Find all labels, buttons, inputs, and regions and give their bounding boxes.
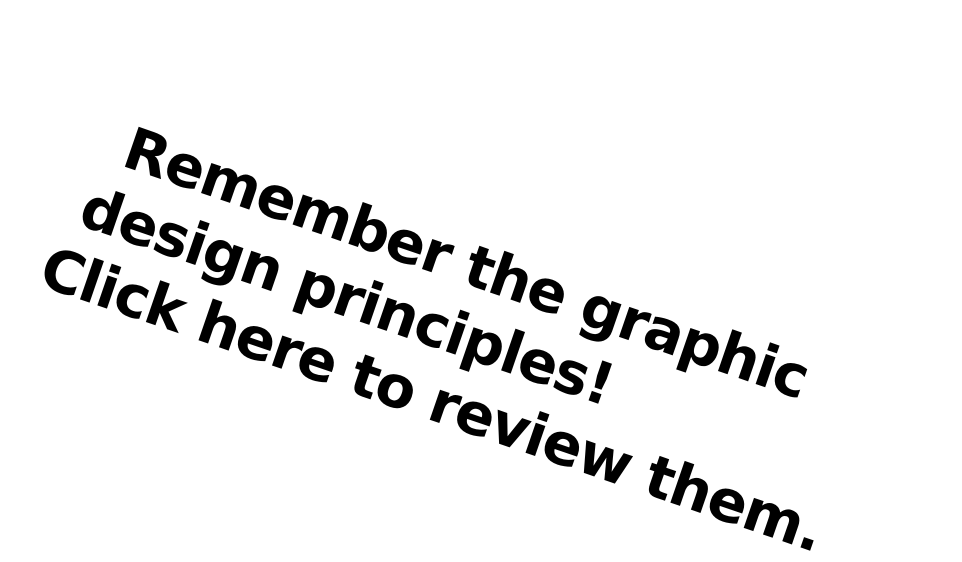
review-principles-link[interactable]: Remember the graphic design principles! … bbox=[32, 100, 838, 562]
page-canvas: Remember the graphic design principles! … bbox=[0, 0, 962, 562]
